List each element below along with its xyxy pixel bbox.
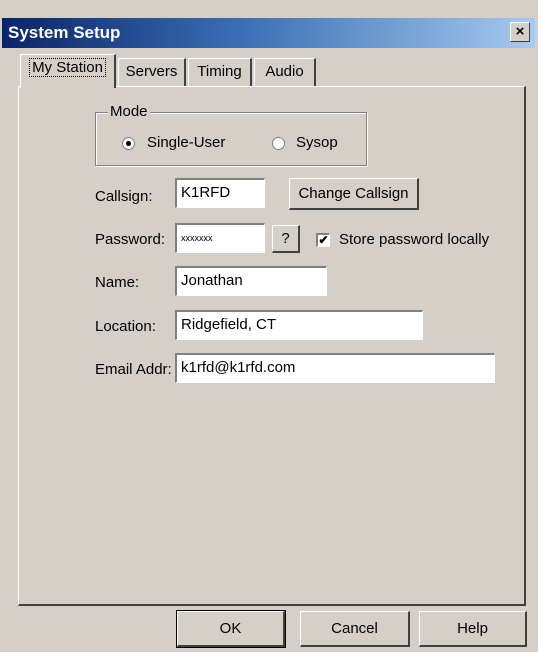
title-bar[interactable]: System Setup × [2,18,535,48]
cancel-button[interactable]: Cancel [300,611,410,647]
callsign-label: Callsign: [95,188,153,205]
location-field[interactable]: Ridgefield, CT [175,310,423,340]
radio-single-user[interactable] [122,137,135,150]
help-button[interactable]: Help [419,611,527,647]
location-label: Location: [95,318,156,335]
tab-timing[interactable]: Timing [188,58,252,86]
window-title: System Setup [8,23,121,42]
tab-label: Timing [197,63,242,80]
mode-legend: Mode [108,103,150,120]
tab-label: My Station [29,58,106,77]
tab-panel [18,86,526,606]
change-callsign-button[interactable]: Change Callsign [289,178,419,210]
radio-single-user-label[interactable]: Single-User [147,134,225,151]
callsign-field[interactable]: K1RFD [175,178,265,208]
store-password-checkbox[interactable]: ✔ [316,233,330,247]
tab-my-station[interactable]: My Station [20,54,116,88]
name-label: Name: [95,274,140,291]
email-field[interactable]: k1rfd@k1rfd.com [175,353,495,383]
radio-sysop-label[interactable]: Sysop [296,134,338,151]
tab-servers[interactable]: Servers [118,58,186,86]
store-password-label[interactable]: Store password locally [339,231,489,248]
email-label: Email Addr: [95,361,172,378]
checkmark-icon: ✔ [318,233,329,247]
name-field[interactable]: Jonathan [175,266,327,296]
close-button[interactable]: × [510,22,530,42]
password-help-button[interactable]: ? [272,225,300,253]
system-setup-dialog: System Setup × My Station Servers Timing… [0,0,538,652]
ok-button[interactable]: OK [176,610,286,648]
password-field[interactable]: xxxxxxx [175,223,265,253]
password-label: Password: [95,231,166,248]
radio-selected-dot [126,141,131,146]
close-icon: × [515,23,525,40]
radio-sysop[interactable] [272,137,285,150]
tab-label: Audio [265,63,304,80]
tab-audio[interactable]: Audio [254,58,316,86]
tab-label: Servers [125,63,178,80]
